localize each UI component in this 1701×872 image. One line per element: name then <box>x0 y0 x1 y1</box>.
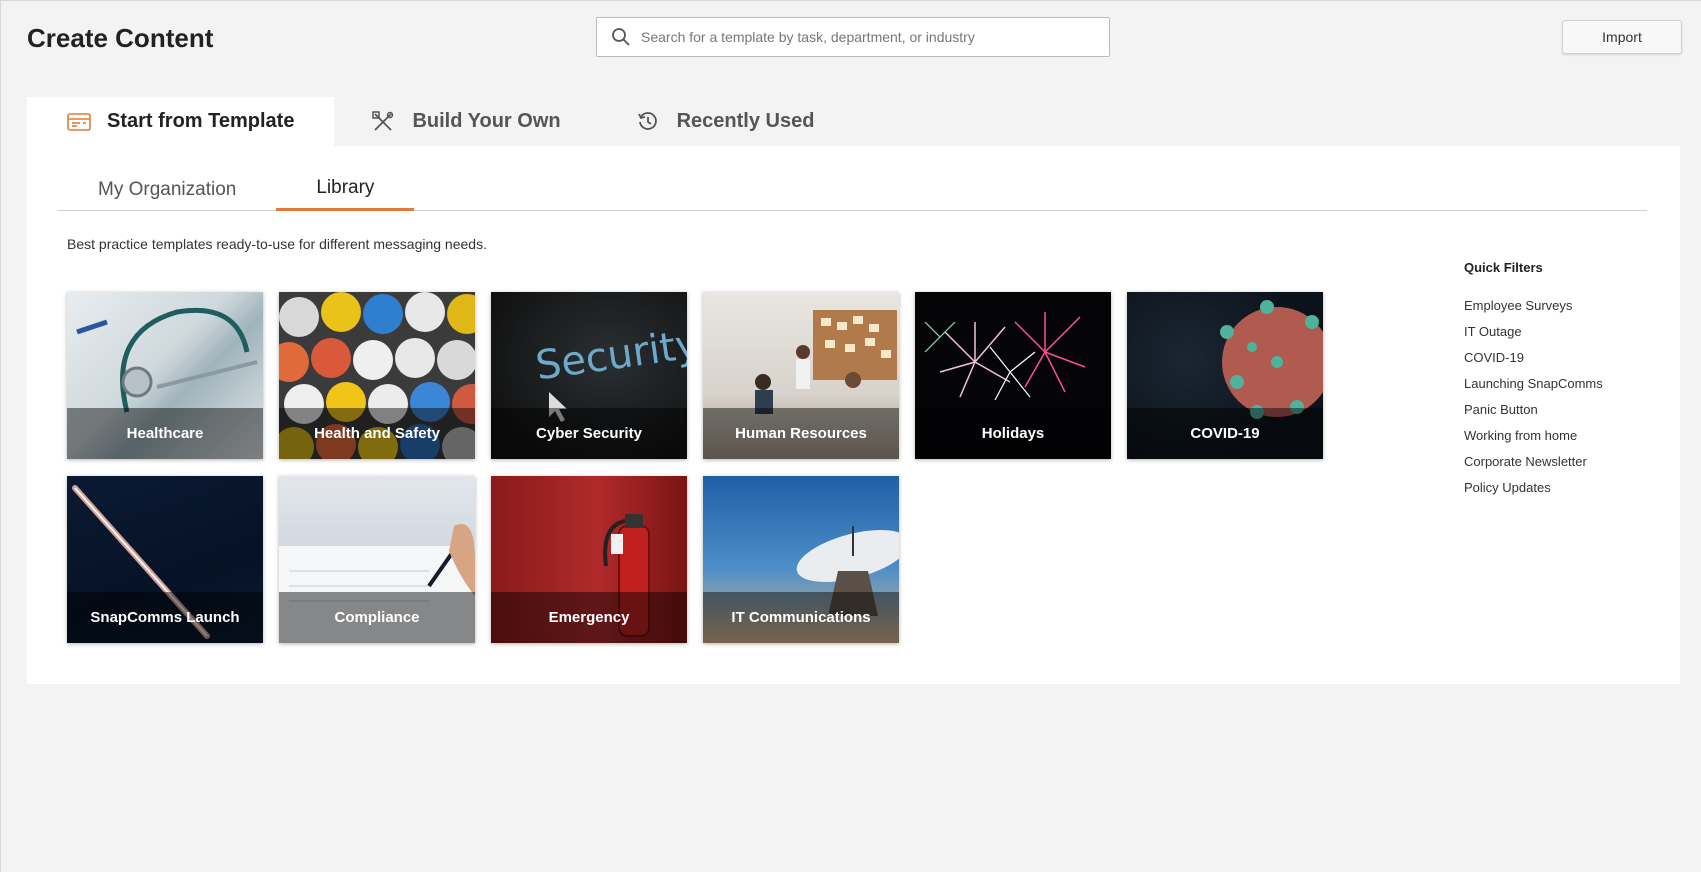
search-box[interactable] <box>596 17 1110 57</box>
template-card-covid-19[interactable]: COVID-19 <box>1127 292 1323 459</box>
template-card-compliance[interactable]: Compliance <box>279 476 475 643</box>
template-card-human-resources[interactable]: Human Resources <box>703 292 899 459</box>
search-icon <box>611 27 631 47</box>
import-button[interactable]: Import <box>1562 20 1682 54</box>
tab-label: Start from Template <box>107 110 295 132</box>
tab-label: Build Your Own <box>412 110 561 132</box>
subtab-library[interactable]: Library <box>276 168 415 211</box>
template-label: Human Resources <box>735 425 867 442</box>
template-label: Health and Safety <box>314 425 440 442</box>
template-card-emergency[interactable]: Emergency <box>491 476 687 643</box>
template-label: SnapComms Launch <box>90 609 240 626</box>
template-card-health-and-safety[interactable]: Health and Safety <box>279 292 475 459</box>
subtab-my-organization[interactable]: My Organization <box>58 168 276 211</box>
template-card-it-communications[interactable]: IT Communications <box>703 476 899 643</box>
tab-recently-used[interactable]: Recently Used <box>599 97 853 146</box>
svg-text:Security: Security <box>533 321 687 389</box>
filter-link-launching-snapcomms[interactable]: Launching SnapComms <box>1464 371 1664 397</box>
template-card-holidays[interactable]: Holidays <box>915 292 1111 459</box>
template-icon <box>67 111 93 133</box>
template-card-snapcomms-launch[interactable]: SnapComms Launch <box>67 476 263 643</box>
filter-link-corporate-newsletter[interactable]: Corporate Newsletter <box>1464 449 1664 475</box>
tools-icon <box>372 110 398 133</box>
history-icon <box>637 111 663 133</box>
sub-tabs: My Organization Library <box>58 168 1647 211</box>
template-card-healthcare[interactable]: Healthcare <box>67 292 263 459</box>
main-tabs: Start from Template Build Your Own Recen… <box>27 97 853 146</box>
content-panel: My Organization Library Best practice te… <box>27 146 1680 684</box>
tab-label: Recently Used <box>676 110 815 132</box>
tab-build-your-own[interactable]: Build Your Own <box>334 97 598 146</box>
filter-link-panic-button[interactable]: Panic Button <box>1464 397 1664 423</box>
filter-link-it-outage[interactable]: IT Outage <box>1464 319 1664 345</box>
page-title: Create Content <box>27 23 214 53</box>
quick-filters-title: Quick Filters <box>1464 260 1543 275</box>
quick-filters: Quick Filters Employee Surveys IT Outage… <box>1464 260 1664 501</box>
template-label: Emergency <box>548 609 630 626</box>
filter-link-policy-updates[interactable]: Policy Updates <box>1464 475 1664 501</box>
template-label: Holidays <box>981 425 1045 442</box>
template-label: Healthcare <box>126 425 204 442</box>
template-label: Cyber Security <box>536 425 642 442</box>
tab-start-from-template[interactable]: Start from Template <box>27 97 335 146</box>
filter-link-working-from-home[interactable]: Working from home <box>1464 423 1664 449</box>
filter-link-covid-19[interactable]: COVID-19 <box>1464 345 1664 371</box>
search-input[interactable] <box>641 29 1109 45</box>
template-label: IT Communications <box>731 609 871 626</box>
template-label: COVID-19 <box>1190 425 1260 442</box>
filter-link-employee-surveys[interactable]: Employee Surveys <box>1464 293 1664 319</box>
library-description: Best practice templates ready-to-use for… <box>67 236 487 252</box>
template-label: Compliance <box>334 609 420 626</box>
template-card-cyber-security[interactable]: Security Cyber Security <box>491 292 687 459</box>
